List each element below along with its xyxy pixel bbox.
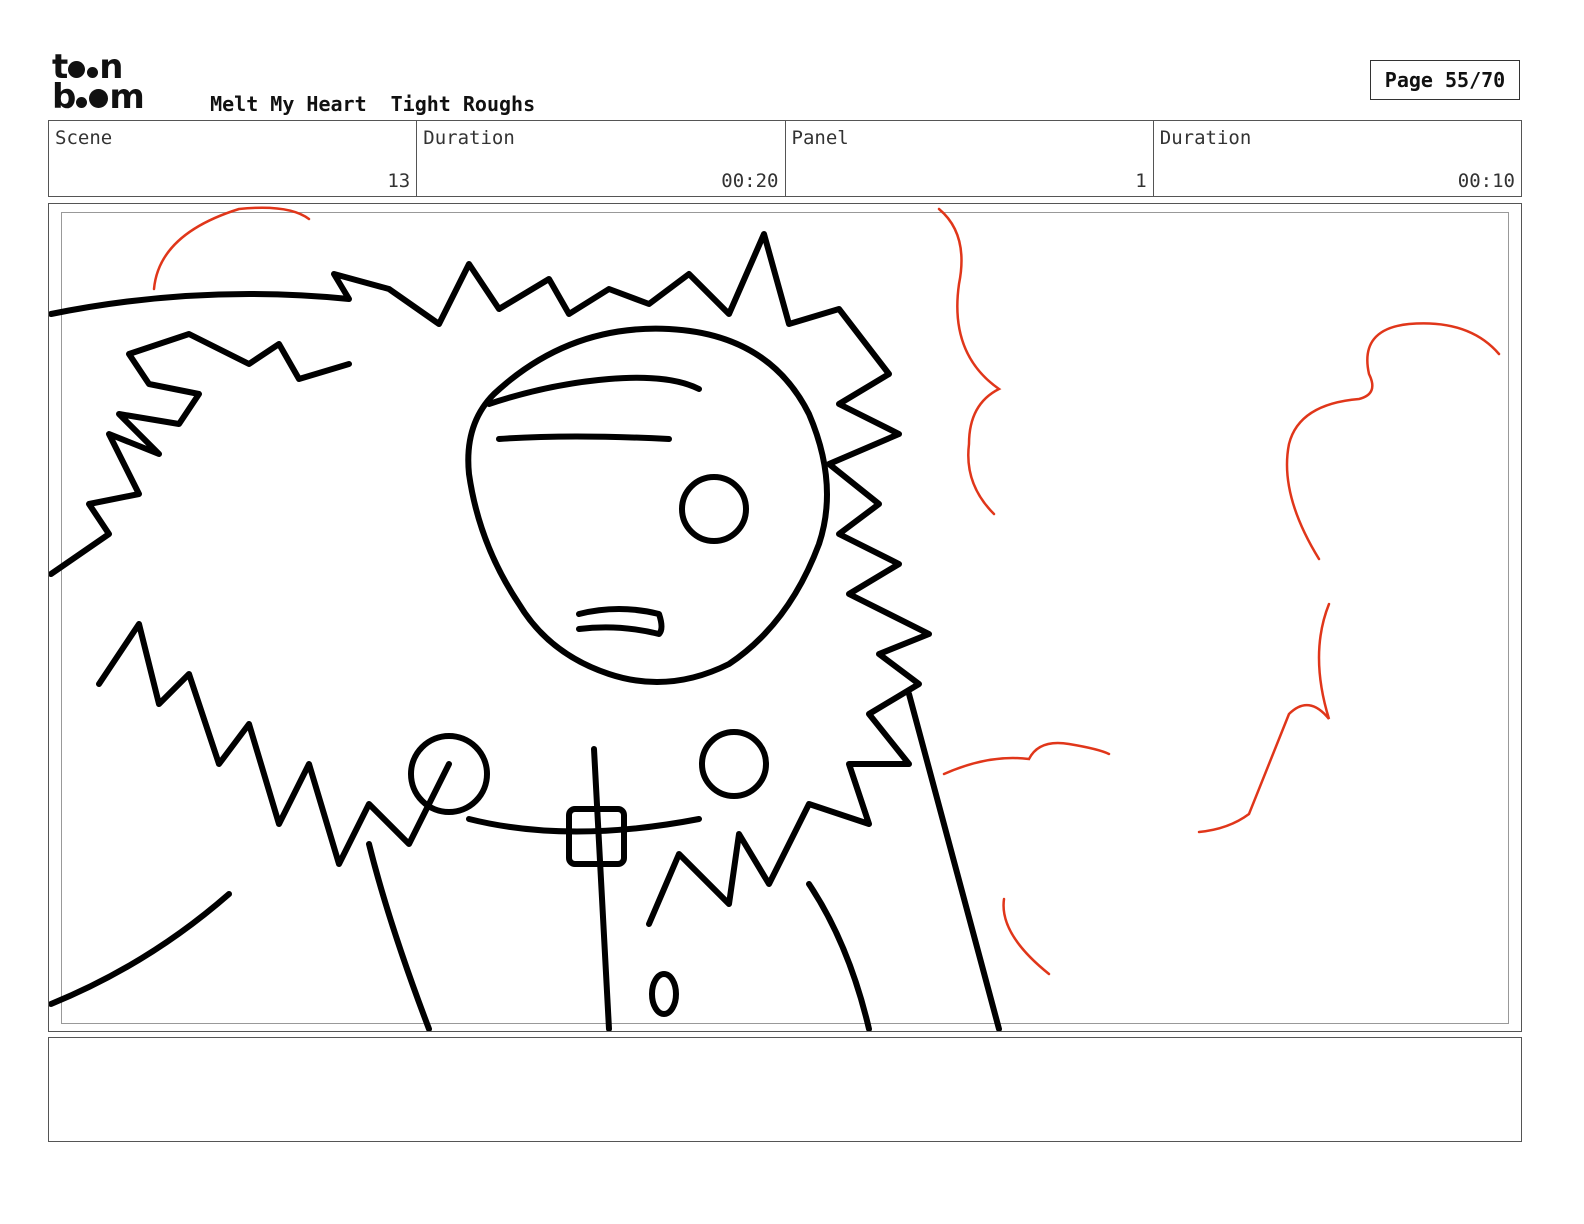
storyboard-panel	[48, 203, 1522, 1032]
collar	[466, 816, 702, 835]
document-title: Melt My Heart Tight Roughs	[186, 68, 559, 116]
toon-boom-logo: t n b m	[52, 50, 164, 114]
panel-value: 1	[1135, 170, 1147, 192]
panel-duration-cell: Duration 00:10	[1154, 121, 1521, 196]
scene-duration-cell: Duration 00:20	[417, 121, 786, 196]
hair-tuft	[486, 374, 702, 407]
panel-duration-label: Duration	[1159, 127, 1252, 149]
red-cloud-right-lower	[1197, 602, 1331, 834]
red-cloud-top-left	[152, 206, 311, 291]
cape-edge	[906, 691, 1002, 1031]
scene-duration-value: 00:20	[721, 170, 779, 192]
right-paw	[699, 729, 769, 799]
scene-value: 13	[387, 170, 411, 192]
storyboard-sketch	[49, 206, 1501, 1031]
panel-notes[interactable]	[48, 1037, 1522, 1142]
body-left	[366, 841, 432, 1031]
scene-cell: Scene 13	[49, 121, 418, 196]
red-cloud-right	[1285, 322, 1501, 561]
mane-lower-left	[96, 621, 452, 867]
panel-duration-value: 00:10	[1457, 170, 1515, 192]
red-cloud-center	[937, 207, 1002, 516]
tail-left	[49, 891, 232, 1007]
body-right	[806, 881, 872, 1031]
eye	[679, 474, 749, 544]
scene-duration-label: Duration	[423, 127, 515, 149]
page-indicator: Page 55/70	[1370, 60, 1520, 100]
stage-title: Tight Roughs	[390, 92, 536, 116]
mouth	[576, 606, 665, 637]
brow	[496, 433, 672, 442]
panel-cell: Panel 1	[786, 121, 1154, 196]
scene-label: Scene	[55, 127, 113, 149]
mane-left	[49, 331, 352, 577]
red-cloud-bottom-left	[1002, 897, 1051, 976]
left-paw	[408, 733, 490, 815]
red-cloud-bottom	[942, 741, 1111, 776]
info-bar: Scene 13 Duration 00:20 Panel 1 Duration…	[48, 120, 1522, 197]
project-title: Melt My Heart	[210, 92, 367, 116]
button	[649, 971, 679, 1017]
center-line	[591, 746, 612, 1031]
page-label: Page 55/70	[1384, 68, 1506, 92]
panel-label: Panel	[791, 127, 849, 149]
